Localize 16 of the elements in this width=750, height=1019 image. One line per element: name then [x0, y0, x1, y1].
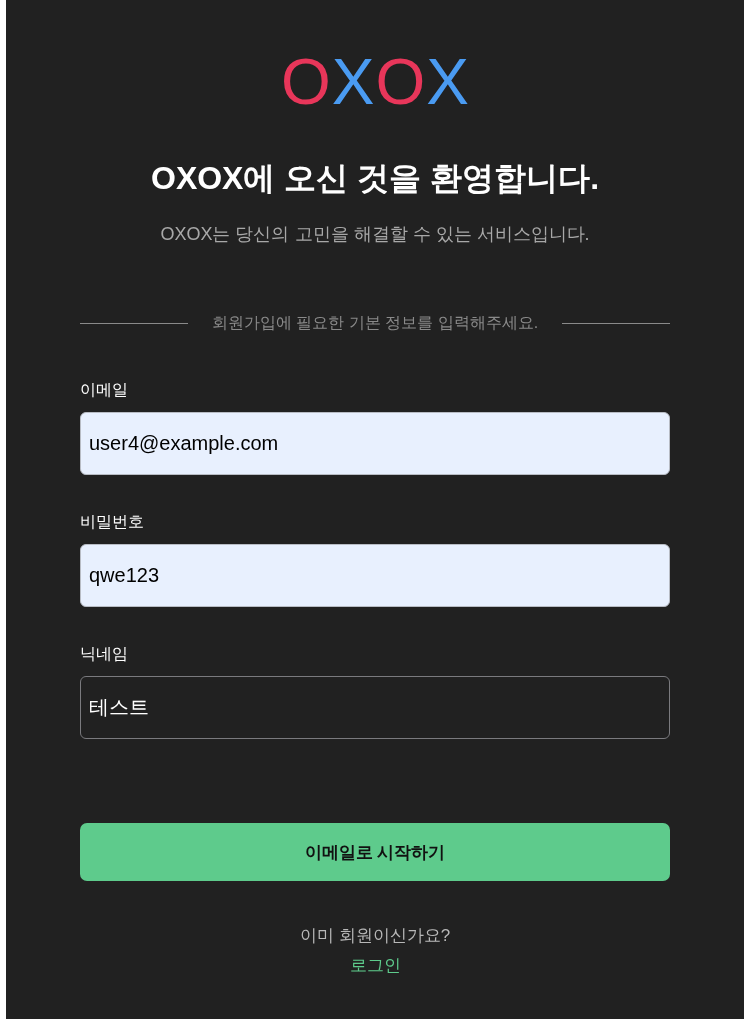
- input-field[interactable]: user4@example.com: [80, 412, 670, 475]
- signin-prompt: 이미 회원이신가요?: [299, 925, 451, 947]
- login-link[interactable]: 로그인: [349, 953, 401, 979]
- logo-letter: X: [426, 50, 469, 114]
- field-label: 이메일: [80, 380, 128, 400]
- start-button[interactable]: 이메일로 시작하기: [80, 823, 670, 881]
- logo-letter: X: [331, 50, 375, 114]
- logo-letter: O: [375, 50, 426, 114]
- logo-letter: O: [281, 50, 331, 114]
- page-title: OXOX에 오신 것을 환영합니다.: [151, 159, 599, 198]
- field-label: 비밀번호: [80, 512, 144, 532]
- input-field[interactable]: 테스트: [80, 676, 670, 739]
- field-label: 닉네임: [80, 644, 128, 664]
- page-subtitle: OXOX는 당신의 고민을 해결할 수 있는 서비스입니다.: [160, 223, 590, 246]
- section-caption: 회원가입에 필요한 기본 정보를 입력해주세요.: [211, 313, 539, 333]
- input-field[interactable]: qwe123: [80, 544, 670, 607]
